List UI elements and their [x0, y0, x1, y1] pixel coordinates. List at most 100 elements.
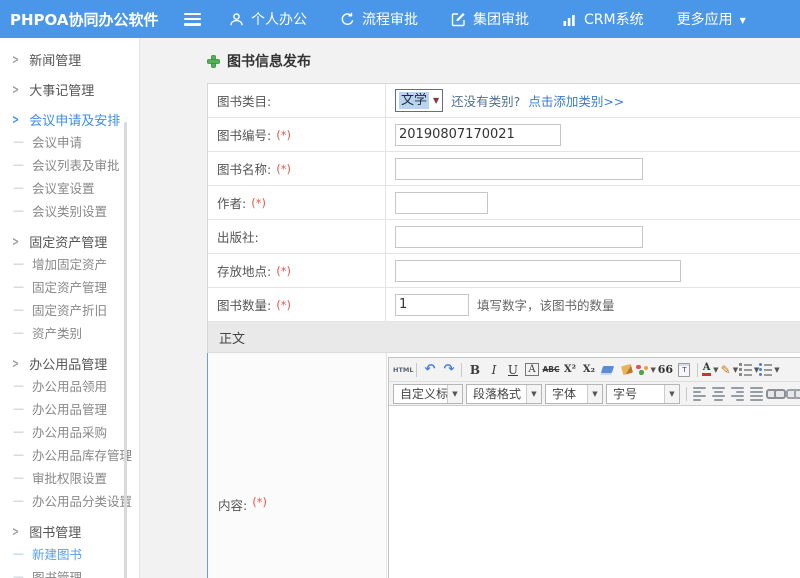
blockquote-icon[interactable]: 66	[656, 361, 675, 378]
sidebar-item-会议类别设置[interactable]: —会议类别设置	[0, 199, 139, 222]
sidebar-item-新建图书[interactable]: —新建图书	[0, 542, 139, 565]
underline-icon[interactable]: U	[503, 361, 522, 378]
sidebar-item-办公用品管理[interactable]: >办公用品管理	[0, 352, 139, 374]
sidebar-item-label: 新闻管理	[29, 50, 81, 69]
sidebar-item-办公用品管理[interactable]: —办公用品管理	[0, 397, 139, 420]
sidebar-item-图书管理[interactable]: >图书管理	[0, 520, 139, 542]
sidebar-item-label: 固定资产管理	[29, 232, 107, 251]
sidebar-item-增加固定资产[interactable]: —增加固定资产	[0, 252, 139, 275]
sidebar-item-label: 会议室设置	[32, 178, 95, 197]
input-field[interactable]	[395, 294, 469, 316]
toolbar-select-字体[interactable]: 字体▼	[545, 384, 603, 404]
font-background-icon[interactable]: A	[522, 361, 541, 378]
sidebar-item-资产类别[interactable]: —资产类别	[0, 321, 139, 344]
sidebar-item-办公用品领用[interactable]: — 办公用品领用	[0, 374, 139, 397]
superscript-icon[interactable]: X²	[560, 361, 579, 378]
format-brush-icon[interactable]	[617, 361, 636, 378]
input-field[interactable]	[395, 124, 561, 146]
toolbar-select-段落格式[interactable]: 段落格式▼	[466, 384, 542, 404]
sidebar-item-新闻管理[interactable]: >新闻管理	[0, 48, 139, 70]
sidebar-item-label: 大事记管理	[29, 80, 94, 99]
bold-icon[interactable]: B	[465, 361, 484, 378]
dropdown-arrow-icon: ▼	[733, 366, 738, 374]
add-category-link[interactable]: 点击添加类别>>	[528, 91, 624, 110]
sidebar-item-大事记管理[interactable]: >大事记管理	[0, 78, 139, 100]
dash-icon: —	[13, 425, 24, 438]
undo-icon[interactable]: ↶	[420, 361, 439, 378]
nav-item-label: CRM系统	[584, 9, 644, 29]
nav-item-label: 更多应用	[677, 9, 733, 29]
unlink-icon[interactable]	[786, 385, 800, 402]
input-field[interactable]	[395, 192, 488, 214]
sidebar-item-办公用品库存管理[interactable]: —办公用品库存管理	[0, 443, 139, 466]
toolbar-select-自定义标题[interactable]: 自定义标题▼	[393, 384, 463, 404]
chevron-right-icon: >	[12, 234, 19, 249]
sidebar-item-label: 审批权限设置	[32, 468, 107, 487]
field-label: 图书编号:(*)	[208, 118, 386, 151]
eraser-icon[interactable]	[598, 361, 617, 378]
sidebar-item-审批权限设置[interactable]: —审批权限设置	[0, 466, 139, 489]
sidebar-item-办公用品分类设置[interactable]: —办公用品分类设置	[0, 489, 139, 512]
italic-icon[interactable]: I	[484, 361, 503, 378]
redo-icon[interactable]: ↷	[439, 361, 458, 378]
input-field[interactable]	[395, 226, 643, 248]
process-icon	[340, 12, 355, 27]
ordered-list-icon[interactable]: ▼	[739, 361, 759, 378]
hamburger-menu-icon[interactable]	[184, 13, 201, 26]
link-icon[interactable]	[766, 385, 786, 402]
nav-item-2[interactable]: 流程审批	[340, 9, 418, 29]
sidebar-item-label: 办公用品领用	[32, 376, 107, 395]
form-row-7: 图书数量:(*)填写数字，该图书的数量	[208, 288, 800, 322]
nav-item-1[interactable]: 个人办公	[229, 9, 307, 29]
editor-content-area[interactable]	[389, 406, 800, 578]
nav-item-3[interactable]: 集团审批	[451, 9, 529, 29]
highlight-pen-icon[interactable]: ✎▼	[720, 361, 739, 378]
sidebar-item-图书管理[interactable]: —图书管理	[0, 565, 139, 578]
select-label: 字体	[546, 385, 587, 402]
sidebar-item-会议室设置[interactable]: —会议室设置	[0, 176, 139, 199]
nav-item-5[interactable]: 更多应用▼	[677, 9, 746, 29]
section-header: 正文	[208, 322, 800, 353]
sidebar-item-固定资产管理[interactable]: > 固定资产管理	[0, 230, 139, 252]
nav-item-4[interactable]: CRM系统	[562, 9, 644, 29]
editor-toolbar: HTML↶↷BIUAABCX²X₂▼66TA▼✎▼▼▼ 自定义标题▼段落格式▼字…	[389, 358, 800, 406]
font-color-icon[interactable]: A▼	[701, 361, 720, 378]
input-field[interactable]	[395, 260, 681, 282]
color-palette-icon[interactable]: ▼	[636, 361, 655, 378]
justify-icon[interactable]	[747, 385, 766, 402]
field-label: 图书类目:	[208, 84, 386, 117]
unordered-list-icon[interactable]: ▼	[759, 361, 779, 378]
category-select[interactable]: 文学 ▼	[395, 89, 443, 112]
sidebar-item-固定资产管理[interactable]: —固定资产管理	[0, 275, 139, 298]
toolbar-select-字号[interactable]: 字号▼	[606, 384, 680, 404]
field-label: 图书名称:(*)	[208, 152, 386, 185]
dash-icon: —	[13, 158, 24, 171]
sidebar-item-会议申请[interactable]: —会议申请	[0, 130, 139, 153]
align-left-icon[interactable]	[690, 385, 709, 402]
nav-item-label: 流程审批	[362, 9, 418, 29]
sidebar-item-label: 会议申请及安排	[29, 110, 120, 129]
strikethrough-icon[interactable]: ABC	[541, 361, 560, 378]
form-row-4: 作者:(*)	[208, 186, 800, 220]
form-row-content: 内容: (*) HTML↶↷BIUAABCX²X₂▼66TA▼✎▼▼▼ 自定义标…	[207, 353, 800, 578]
field-label: 存放地点:(*)	[208, 254, 386, 287]
align-right-icon[interactable]	[728, 385, 747, 402]
sidebar-item-label: 办公用品分类设置	[32, 491, 132, 510]
field-hint: 填写数字，该图书的数量	[477, 295, 615, 314]
sidebar-item-固定资产折旧[interactable]: —固定资产折旧	[0, 298, 139, 321]
html-source-icon[interactable]: HTML	[393, 361, 413, 378]
required-mark: (*)	[276, 264, 291, 278]
field-label: 作者:(*)	[208, 186, 386, 219]
sidebar-item-会议申请及安排[interactable]: >会议申请及安排	[0, 108, 139, 130]
subscript-icon[interactable]: X₂	[579, 361, 598, 378]
form-row-5: 出版社:	[208, 220, 800, 254]
input-field[interactable]	[395, 158, 643, 180]
sidebar-scrollbar[interactable]	[124, 122, 127, 578]
sidebar-item-会议列表及审批[interactable]: —会议列表及审批	[0, 153, 139, 176]
dash-icon: —	[13, 448, 24, 461]
sidebar-items: >新闻管理>大事记管理>会议申请及安排—会议申请—会议列表及审批—会议室设置—会…	[0, 48, 139, 578]
sidebar-item-办公用品采购[interactable]: —办公用品采购	[0, 420, 139, 443]
paste-text-icon[interactable]: T	[675, 361, 694, 378]
dash-icon: —	[13, 379, 24, 392]
align-center-icon[interactable]	[709, 385, 728, 402]
